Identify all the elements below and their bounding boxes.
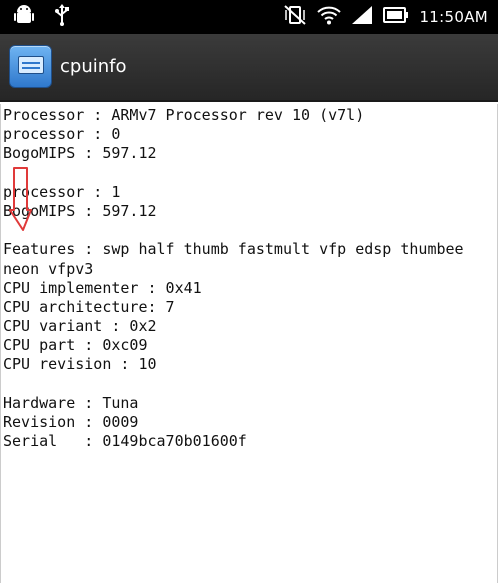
action-bar: cpuinfo [0,34,498,102]
cpuinfo-line: CPU implementer : 0x41 [3,278,202,297]
cpuinfo-line [3,375,464,394]
status-bar: 11:50AM [0,0,498,34]
cpuinfo-line: Hardware : Tuna [3,393,139,412]
cpuinfo-text: Processor : ARMv7 Processor rev 10 (v7l)… [3,106,464,451]
cpuinfo-line: CPU variant : 0x2 [3,317,157,336]
android-debug-icon [14,4,34,30]
cpuinfo-line: BogoMIPS : 597.12 [3,144,157,163]
cpuinfo-line: BogoMIPS : 597.12 [3,201,157,220]
cpuinfo-line: neon vfpv3 [3,259,94,278]
signal-icon [351,5,373,29]
cpuinfo-content[interactable]: Processor : ARMv7 Processor rev 10 (v7l)… [0,104,498,583]
cpuinfo-line: processor : 0 [3,125,121,144]
status-bar-notifications [14,4,70,30]
cpuinfo-line: Revision : 0009 [3,413,139,431]
cpuinfo-app-icon[interactable] [9,45,52,88]
cpuinfo-line: CPU architecture: 7 [3,297,175,316]
app-title: cpuinfo [60,56,127,77]
cpuinfo-line: Serial : 0149bca70b01600f [3,432,247,451]
status-bar-system: 11:50AM [283,5,488,29]
cpuinfo-line [3,221,464,240]
status-bar-time: 11:50AM [419,8,488,26]
battery-icon [383,7,409,27]
cpuinfo-line [3,164,464,183]
cpuinfo-line: CPU revision : 10 [3,355,157,374]
cpuinfo-line: processor : 1 [3,182,121,201]
cpuinfo-line: Processor : ARMv7 Processor rev 10 (v7l) [3,106,365,124]
vibrate-off-icon [283,4,307,30]
cpuinfo-line: CPU part : 0xc09 [3,336,148,355]
usb-icon [54,4,70,30]
cpuinfo-line: Features : swp half thumb fastmult vfp e… [3,240,464,259]
wifi-icon [317,5,342,29]
